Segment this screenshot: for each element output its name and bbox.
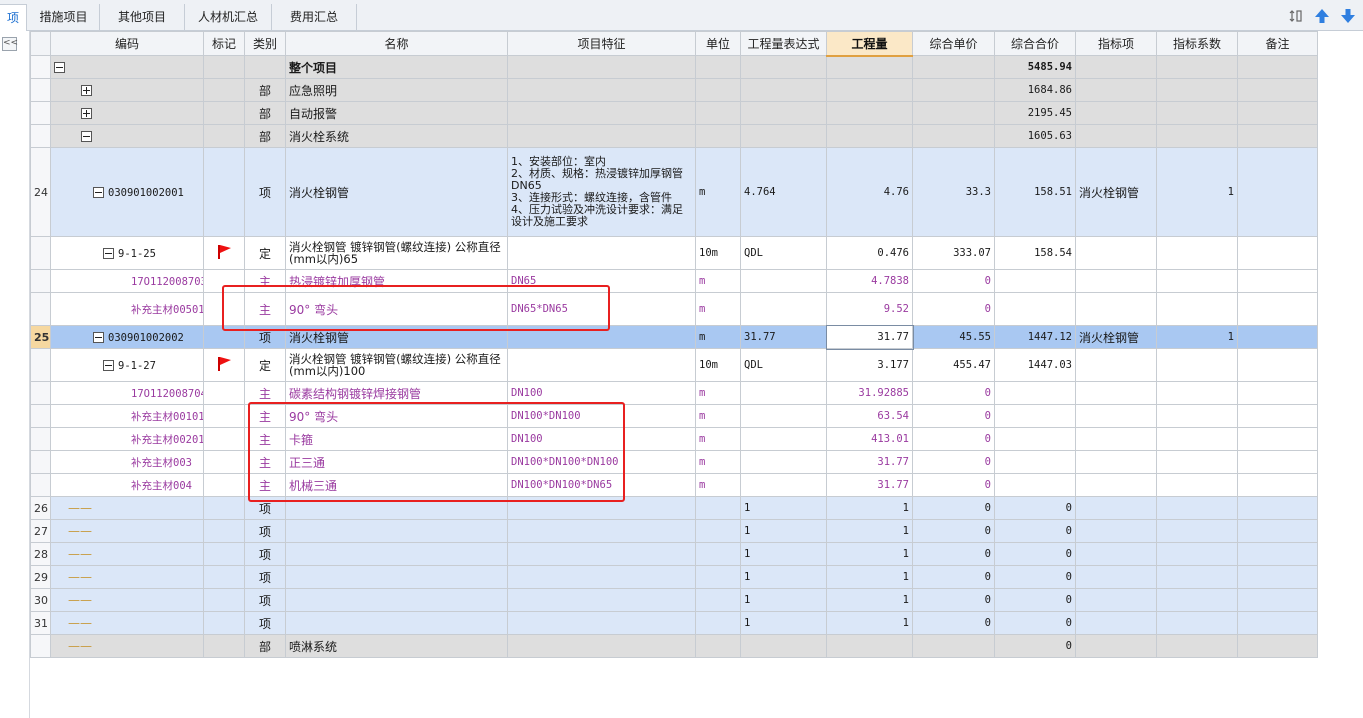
- table-row[interactable]: 补充主材00101 主 90° 弯头 DN100*DN100 m 63.54 0: [30, 404, 1318, 428]
- rowno-header: [30, 31, 51, 56]
- tab-other-items[interactable]: 其他项目: [100, 4, 185, 31]
- col-header-unit-price[interactable]: 综合单价: [912, 31, 995, 56]
- move-up-icon[interactable]: [1313, 7, 1331, 25]
- collapse-node-icon[interactable]: [81, 131, 92, 142]
- col-header-feature[interactable]: 项目特征: [507, 31, 696, 56]
- collapse-node-icon[interactable]: [93, 332, 104, 343]
- col-header-quantity[interactable]: 工程量: [826, 31, 913, 57]
- table-row[interactable]: 27 —— 项 1 1 0 0: [30, 519, 1318, 543]
- collapse-node-icon[interactable]: [103, 360, 114, 371]
- table-row[interactable]: 补充主材00501 主 90° 弯头 DN65*DN65 m 9.52 0: [30, 292, 1318, 326]
- active-cell[interactable]: 31.77: [825, 324, 914, 350]
- table-row[interactable]: 整个项目 5485.94: [30, 55, 1318, 79]
- col-header-unit[interactable]: 单位: [695, 31, 741, 56]
- table-row[interactable]: 30 —— 项 1 1 0 0: [30, 588, 1318, 612]
- column-settings-icon[interactable]: [1287, 7, 1305, 25]
- expand-node-icon[interactable]: [81, 85, 92, 96]
- tab-bar: 项 措施项目 其他项目 人材机汇总 费用汇总: [0, 0, 1363, 31]
- table-row[interactable]: 补充主材004 主 机械三通 DN100*DN100*DN65 m 31.77 …: [30, 473, 1318, 497]
- bill-of-quantities-grid: 编码 标记 类别 名称 项目特征 单位 工程量表达式 工程量 综合单价 综合合价…: [30, 31, 1318, 658]
- tab-measures[interactable]: 措施项目: [28, 4, 100, 31]
- table-row[interactable]: 17O112008703 主 热浸镀锌加厚钢管 DN65 m 4.7838 0: [30, 269, 1318, 293]
- table-row[interactable]: 28 —— 项 1 1 0 0: [30, 542, 1318, 566]
- table-row[interactable]: 部 自动报警 2195.45: [30, 101, 1318, 125]
- red-flag-icon: [218, 356, 231, 371]
- header-row: 编码 标记 类别 名称 项目特征 单位 工程量表达式 工程量 综合单价 综合合价…: [30, 31, 1318, 57]
- table-row[interactable]: 31 —— 项 1 1 0 0: [30, 611, 1318, 635]
- col-header-index-item[interactable]: 指标项: [1075, 31, 1157, 56]
- table-row-selected[interactable]: 25 030901002002 项 消火栓钢管 m 31.77 31.77 45…: [30, 324, 1318, 350]
- table-row[interactable]: 9-1-25 定 消火栓钢管 镀锌钢管(螺纹连接) 公称直径(mm以内)65 1…: [30, 236, 1318, 270]
- move-down-icon[interactable]: [1339, 7, 1357, 25]
- col-header-name[interactable]: 名称: [285, 31, 508, 56]
- table-row[interactable]: 29 —— 项 1 1 0 0: [30, 565, 1318, 589]
- toolbar-icons: [1287, 5, 1357, 27]
- col-header-mark[interactable]: 标记: [203, 31, 245, 56]
- project-name: 整个项目: [285, 55, 508, 79]
- left-panel-strip: <<: [0, 31, 30, 718]
- collapse-panel-button[interactable]: <<: [2, 37, 18, 51]
- col-header-category[interactable]: 类别: [244, 31, 286, 56]
- table-row[interactable]: 26 —— 项 1 1 0 0: [30, 496, 1318, 520]
- expand-node-icon[interactable]: [81, 108, 92, 119]
- col-header-code[interactable]: 编码: [50, 31, 204, 56]
- collapse-node-icon[interactable]: [93, 187, 104, 198]
- table-row[interactable]: 补充主材003 主 正三通 DN100*DN100*DN100 m 31.77 …: [30, 450, 1318, 474]
- table-row[interactable]: 17O112008704 主 碳素结构钢镀锌焊接钢管 DN100 m 31.92…: [30, 381, 1318, 405]
- col-header-expression[interactable]: 工程量表达式: [740, 31, 827, 56]
- table-row[interactable]: 部 消火栓系统 1605.63: [30, 124, 1318, 148]
- col-header-index-coef[interactable]: 指标系数: [1156, 31, 1238, 56]
- col-header-total-price[interactable]: 综合合价: [994, 31, 1076, 56]
- collapse-node-icon[interactable]: [54, 62, 65, 73]
- table-row[interactable]: 9-1-27 定 消火栓钢管 镀锌钢管(螺纹连接) 公称直径(mm以内)100 …: [30, 348, 1318, 382]
- col-header-remark[interactable]: 备注: [1237, 31, 1318, 56]
- table-row[interactable]: 24 030901002001 项 消火栓钢管 1、安装部位：室内 2、材质、规…: [30, 147, 1318, 237]
- collapse-node-icon[interactable]: [103, 248, 114, 259]
- table-row[interactable]: —— 部 喷淋系统 0: [30, 634, 1318, 658]
- tab-cost-summary[interactable]: 费用汇总: [272, 4, 357, 31]
- tab-fenbu[interactable]: 项: [0, 4, 27, 31]
- table-row[interactable]: 补充主材00201 主 卡箍 DN100 m 413.01 0: [30, 427, 1318, 451]
- tab-labor-material-summary[interactable]: 人材机汇总: [185, 4, 272, 31]
- table-row[interactable]: 部 应急照明 1684.86: [30, 78, 1318, 102]
- red-flag-icon: [218, 244, 231, 259]
